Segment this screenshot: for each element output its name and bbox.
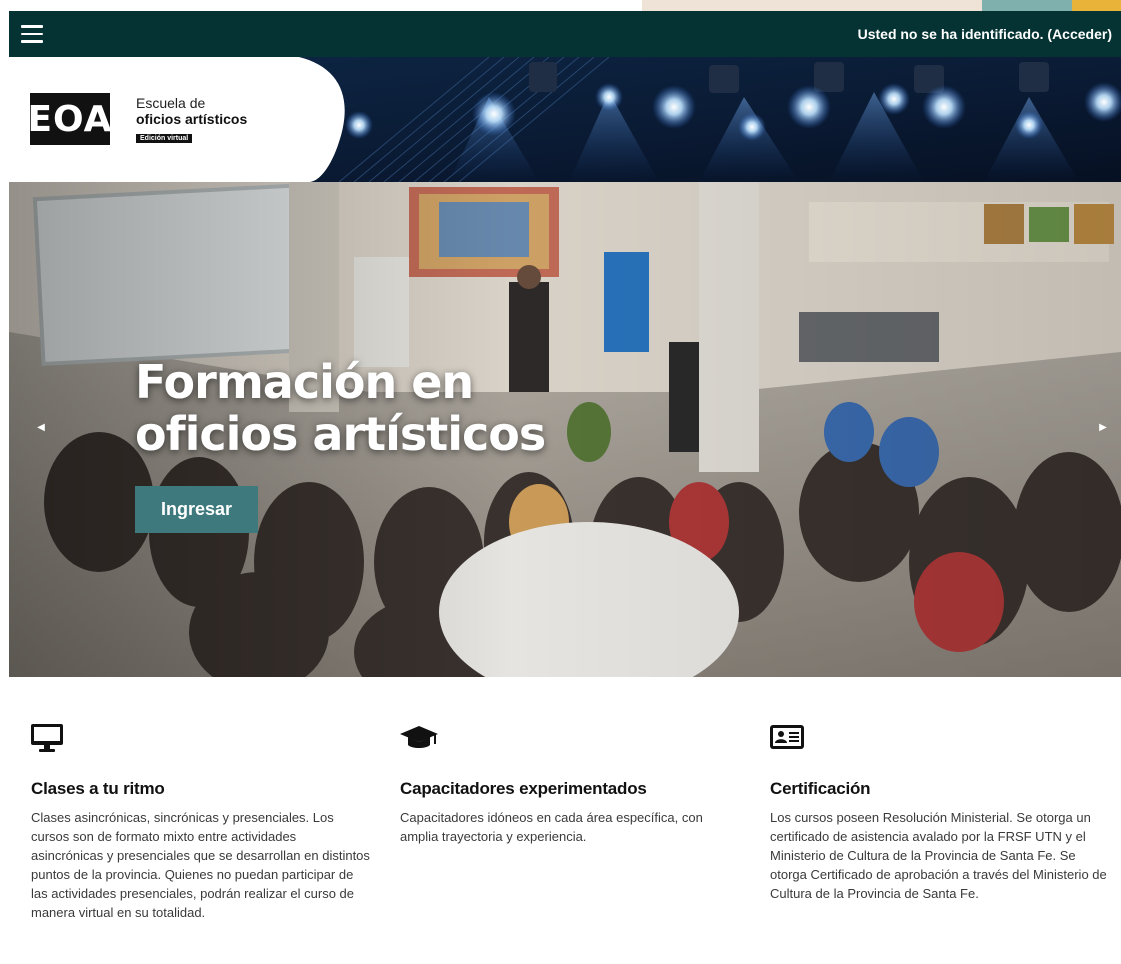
decor-band <box>1072 0 1121 11</box>
logo-badge: Edición virtual <box>136 134 193 143</box>
hero-title: Formación en oficios artísticos <box>135 355 546 461</box>
desktop-icon <box>31 724 63 757</box>
feature-title: Certificación <box>770 779 871 798</box>
features-section: Clases a tu ritmo Clases asincrónicas, s… <box>0 677 1121 964</box>
logo-text: Escuela de oficios artísticos Edición vi… <box>136 95 247 145</box>
top-navbar: Usted no se ha identificado. (Acceder) <box>9 11 1121 57</box>
feature-text: Capacitadores idóneos en cada área espec… <box>400 810 703 844</box>
logo-line1: Escuela de <box>136 95 206 111</box>
top-decorative-strip <box>0 0 1121 11</box>
ingresar-button[interactable]: Ingresar <box>135 486 258 533</box>
graduation-cap-icon <box>400 724 438 757</box>
chevron-right-icon[interactable]: ▶ <box>1097 420 1109 434</box>
hero-carousel: ◀ ▶ Formación en oficios artísticos Ingr… <box>9 182 1121 677</box>
chevron-left-icon[interactable]: ◀ <box>35 420 47 434</box>
decor-band <box>642 0 982 11</box>
hero-title-line1: Formación en <box>135 355 474 409</box>
hamburger-menu-icon[interactable] <box>9 11 55 57</box>
feature-text: Clases asincrónicas, sincrónicas y prese… <box>31 810 370 920</box>
feature-title: Capacitadores experimentados <box>400 779 647 798</box>
hero-title-line2: oficios artísticos <box>135 407 546 461</box>
site-logo[interactable]: EOA Escuela de oficios artísticos Edició… <box>9 57 369 182</box>
login-status-text: Usted no se ha identificado. <box>857 26 1044 42</box>
login-link[interactable]: (Acceder) <box>1047 26 1112 42</box>
login-status: Usted no se ha identificado. (Acceder) <box>858 26 1121 42</box>
logo-mark: EOA <box>27 93 112 145</box>
id-card-icon <box>770 724 804 755</box>
logo-line2: oficios artísticos <box>136 111 248 127</box>
feature-title: Clases a tu ritmo <box>31 779 165 798</box>
feature-text: Los cursos poseen Resolución Ministerial… <box>770 810 1107 901</box>
decor-band <box>982 0 1072 11</box>
site-banner: EOA Escuela de oficios artísticos Edició… <box>9 57 1121 182</box>
